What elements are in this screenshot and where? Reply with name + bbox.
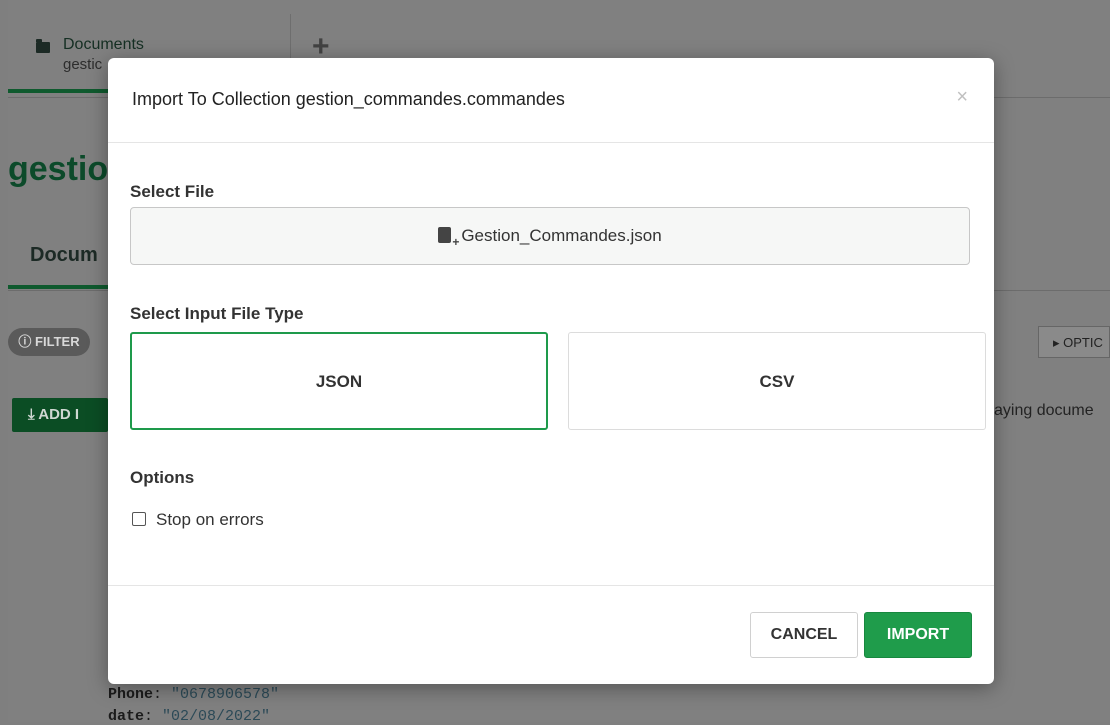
file-type-json-button[interactable]: JSON xyxy=(130,332,548,430)
file-select-button[interactable]: Gestion_Commandes.json xyxy=(130,207,970,265)
tab-documents[interactable]: Docum xyxy=(30,244,98,267)
document-field-date: date: "02/08/2022" xyxy=(108,708,271,725)
file-type-csv-button[interactable]: CSV xyxy=(568,332,986,430)
file-add-icon xyxy=(438,227,459,249)
cancel-button[interactable]: CANCEL xyxy=(750,612,858,658)
tab-active-indicator xyxy=(8,89,108,93)
field-value: "02/08/2022" xyxy=(162,708,271,725)
collection-title: gestio xyxy=(8,150,109,188)
filter-button[interactable]: ⓘ FILTER xyxy=(8,328,90,356)
modal-header: Import To Collection gestion_commandes.c… xyxy=(108,58,994,143)
close-icon[interactable]: × xyxy=(956,86,968,109)
stop-on-errors-label: Stop on errors xyxy=(156,510,264,529)
folder-icon xyxy=(36,39,50,53)
modal-title: Import To Collection gestion_commandes.c… xyxy=(132,89,565,109)
filter-label: FILTER xyxy=(35,334,80,349)
sub-tab-active-indicator xyxy=(8,285,108,289)
add-data-button[interactable]: ⤓ ADD I xyxy=(12,398,108,432)
select-input-type-label: Select Input File Type xyxy=(130,304,304,323)
import-button[interactable]: IMPORT xyxy=(864,612,972,658)
document-field-phone: Phone: "0678906578" xyxy=(108,686,280,703)
field-key: Phone xyxy=(108,686,154,703)
options-heading: Options xyxy=(130,468,195,487)
selected-file-name: Gestion_Commandes.json xyxy=(461,226,662,245)
add-data-label: ADD I xyxy=(38,406,80,423)
options-button[interactable]: ▸ OPTIC xyxy=(1038,326,1110,358)
stop-on-errors-option[interactable]: Stop on errors xyxy=(132,510,264,530)
field-value: "0678906578" xyxy=(171,686,280,703)
documents-tab-namespace: gestic xyxy=(63,56,103,73)
stop-on-errors-checkbox[interactable] xyxy=(132,512,146,526)
documents-tab-title: Documents xyxy=(63,36,144,53)
select-file-label: Select File xyxy=(130,182,215,201)
import-modal: Import To Collection gestion_commandes.c… xyxy=(108,58,994,684)
field-key: date xyxy=(108,708,145,725)
modal-footer-divider xyxy=(108,585,994,586)
displaying-documents-text: aying docume xyxy=(994,402,1094,419)
